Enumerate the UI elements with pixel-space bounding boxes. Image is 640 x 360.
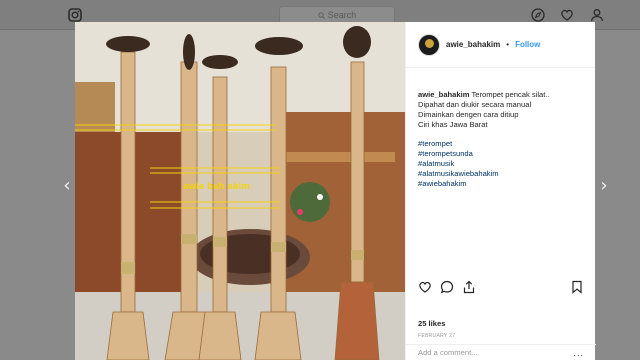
follow-button[interactable]: Follow: [515, 40, 540, 49]
caption-line: Dipahat dan diukir secara manual: [418, 100, 532, 109]
share-icon[interactable]: [462, 280, 476, 294]
hashtag-list: #terompet #terompetsunda #alatmusik #ala…: [418, 139, 583, 189]
post-username[interactable]: awie_bahakim: [446, 40, 500, 49]
post-modal: awie bah akim awie_bahakim • Follow awie…: [75, 22, 596, 360]
photo-watermark: awie bah akim: [183, 181, 251, 192]
separator-dot: •: [506, 40, 510, 49]
hashtag-link[interactable]: #alatmusikawiebahakim: [418, 169, 583, 179]
next-post-button[interactable]: ›: [597, 177, 611, 195]
comment-input[interactable]: Add a comment...: [418, 348, 478, 357]
caption-line: Ciri khas Jawa Barat: [418, 120, 488, 129]
caption-username[interactable]: awie_bahakim: [418, 90, 470, 99]
post-header: awie_bahakim • Follow: [406, 22, 595, 68]
caption-line: Terompet pencak silat..: [471, 90, 550, 99]
comment-bar: Add a comment... ...: [406, 344, 596, 360]
instagram-logo-icon[interactable]: [68, 8, 82, 22]
hashtag-link[interactable]: #awiebahakim: [418, 179, 583, 189]
comment-icon[interactable]: [440, 280, 454, 294]
heart-icon[interactable]: [560, 8, 574, 22]
hashtag-link[interactable]: #alatmusik: [418, 159, 583, 169]
search-icon: [318, 11, 325, 19]
post-actions: [418, 280, 586, 296]
user-icon[interactable]: [590, 8, 604, 22]
search-placeholder: Search: [327, 10, 357, 20]
avatar[interactable]: [418, 33, 440, 56]
compass-icon[interactable]: [531, 8, 545, 22]
like-count[interactable]: 25 likes: [418, 319, 445, 328]
more-options-button[interactable]: ...: [573, 348, 584, 357]
hashtag-link[interactable]: #terompetsunda: [418, 149, 583, 159]
post-photo: awie bah akim: [75, 22, 405, 360]
post-sidebar: awie_bahakim • Follow awie_bahakim Terom…: [405, 22, 596, 360]
hashtag-link[interactable]: #terompet: [418, 139, 583, 149]
like-heart-icon[interactable]: [418, 280, 432, 294]
caption-line: Dimainkan dengen cara ditiup: [418, 110, 519, 119]
post-caption: awie_bahakim Terompet pencak silat.. Dip…: [406, 68, 595, 189]
previous-post-button[interactable]: ‹: [60, 177, 74, 195]
post-date: FEBRUARY 27: [418, 333, 456, 339]
bookmark-icon[interactable]: [570, 280, 584, 294]
